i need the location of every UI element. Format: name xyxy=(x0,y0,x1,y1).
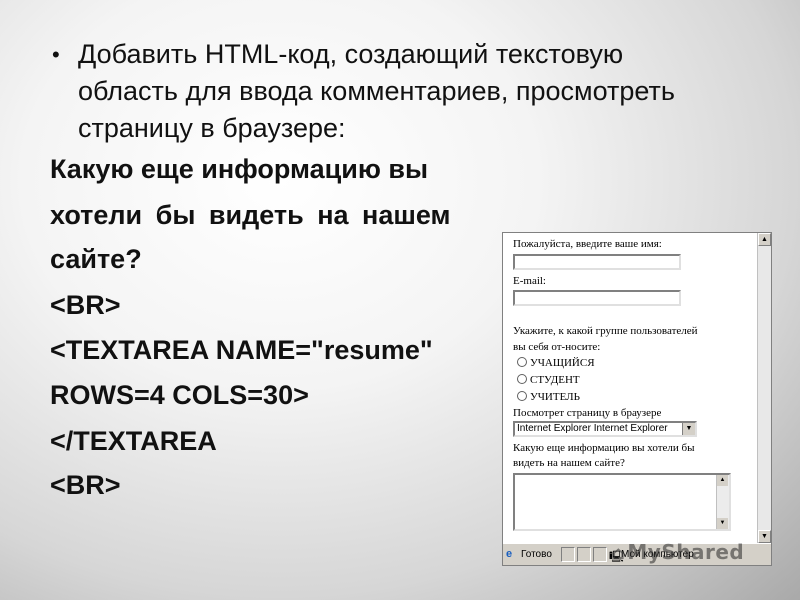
radio-icon[interactable] xyxy=(517,374,527,384)
code-line: сайте? xyxy=(50,244,142,274)
radio-icon[interactable] xyxy=(517,391,527,401)
group-label: вы себя от-носите: xyxy=(513,341,601,353)
bullet-text: Добавить HTML-код, создающий текстовую о… xyxy=(78,39,675,143)
email-label: E-mail: xyxy=(513,275,546,287)
radio-label: СТУДЕНТ xyxy=(530,374,580,386)
dropdown-arrow-icon[interactable]: ▼ xyxy=(682,423,695,435)
radio-icon[interactable] xyxy=(517,357,527,367)
code-line: <BR> xyxy=(50,290,121,320)
radio-option-student-pupil[interactable]: УЧАЩИЙСЯ xyxy=(517,357,595,369)
page-scrollbar[interactable]: ▲ ▼ xyxy=(757,233,771,543)
comment-textarea[interactable]: ▲ ▼ xyxy=(513,473,731,531)
browser-page: Пожалуйста, введите ваше имя: E-mail: Ук… xyxy=(503,233,759,543)
comment-label: видеть на нашем сайте? xyxy=(513,457,625,469)
code-line: <TEXTAREA NAME="resume" xyxy=(50,335,433,365)
radio-option-teacher[interactable]: УЧИТЕЛЬ xyxy=(517,391,580,403)
watermark-logo: ⌂ MyShared xyxy=(612,540,744,564)
status-text: Готово xyxy=(521,549,552,560)
watermark-icon: ⌂ xyxy=(612,543,626,564)
code-line: Какую еще информацию вы xyxy=(50,154,429,184)
status-panel xyxy=(561,547,575,562)
code-line: хотели бы видеть на нашем xyxy=(50,200,451,230)
select-value: Internet Explorer Internet Explorer xyxy=(517,423,668,434)
comment-label: Какую еще информацию вы хотели бы xyxy=(513,442,695,454)
scroll-up-icon[interactable]: ▲ xyxy=(758,233,771,246)
code-line: <BR> xyxy=(50,470,121,500)
name-label: Пожалуйста, введите ваше имя: xyxy=(513,238,662,250)
status-panel xyxy=(593,547,607,562)
browser-window: Пожалуйста, введите ваше имя: E-mail: Ук… xyxy=(502,232,772,566)
radio-label: УЧАЩИЙСЯ xyxy=(530,357,595,369)
scroll-down-icon[interactable]: ▼ xyxy=(758,530,771,543)
name-input[interactable] xyxy=(513,254,681,270)
scroll-down-icon[interactable]: ▼ xyxy=(717,518,728,529)
group-label: Укажите, к какой группе пользователей xyxy=(513,325,698,337)
status-panel xyxy=(577,547,591,562)
radio-label: УЧИТЕЛЬ xyxy=(530,391,580,403)
watermark-text: MyShared xyxy=(627,540,745,564)
scroll-up-icon[interactable]: ▲ xyxy=(717,475,728,486)
browser-select-label: Посмотрет страницу в браузере xyxy=(513,407,662,419)
browser-select[interactable]: Internet Explorer Internet Explorer ▼ xyxy=(513,421,697,437)
textarea-scrollbar[interactable]: ▲ ▼ xyxy=(716,475,729,529)
code-line: </TEXTAREA xyxy=(50,426,217,456)
bullet-dot-icon: • xyxy=(52,42,60,67)
ie-icon: e xyxy=(506,548,513,560)
radio-option-student[interactable]: СТУДЕНТ xyxy=(517,374,580,386)
email-input[interactable] xyxy=(513,290,681,306)
code-line: ROWS=4 COLS=30> xyxy=(50,380,309,410)
